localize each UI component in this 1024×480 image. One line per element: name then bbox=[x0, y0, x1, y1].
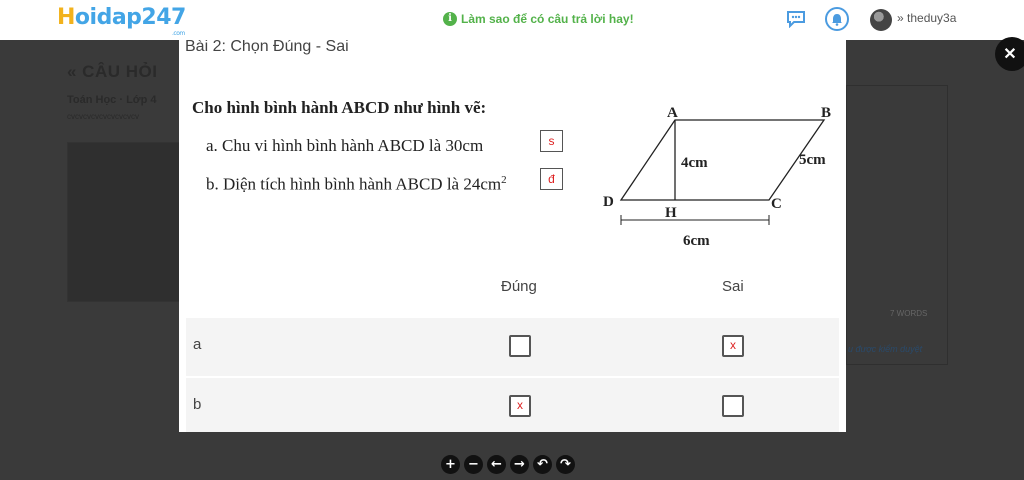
table-row: a x bbox=[186, 318, 839, 376]
word-count: 7 WORDS bbox=[890, 309, 928, 318]
chevron-down-icon: » bbox=[897, 11, 904, 25]
vertex-c: C bbox=[771, 196, 782, 212]
bell-icon[interactable] bbox=[825, 7, 849, 31]
arrow-left-icon[interactable]: ← bbox=[487, 455, 506, 474]
username: theduy3a bbox=[907, 11, 957, 25]
logo-text: oidap247 bbox=[74, 5, 186, 30]
base-label: 6cm bbox=[683, 233, 710, 249]
height-label: 4cm bbox=[681, 155, 708, 171]
table-row: b x bbox=[186, 378, 839, 432]
exercise-title: Bài 2: Chọn Đúng - Sai bbox=[185, 40, 349, 55]
problem-statement: Cho hình bình hành ABCD như hình vẽ: bbox=[192, 98, 487, 117]
question-preview bbox=[67, 142, 182, 302]
viewer-toolbar: + − ← → ↶ ↷ bbox=[441, 455, 575, 474]
rotate-left-icon[interactable]: ↶ bbox=[533, 455, 552, 474]
logo-com: .com bbox=[172, 30, 185, 37]
answer-box-b: đ bbox=[540, 168, 563, 190]
zoom-in-icon[interactable]: + bbox=[441, 455, 460, 474]
site-logo[interactable]: Hoidap247 .com bbox=[57, 5, 186, 37]
vertex-a: A bbox=[667, 105, 678, 121]
answer-box-a: s bbox=[540, 130, 563, 152]
close-icon[interactable]: ✕ bbox=[995, 37, 1024, 71]
row-label: b bbox=[193, 396, 202, 413]
problem-item-a: a. Chu vi hình bình hành ABCD là 30cm bbox=[206, 136, 484, 155]
column-header-sai: Sai bbox=[722, 278, 744, 295]
top-bar: Hoidap247 .com i Làm sao để có câu trả l… bbox=[0, 0, 1024, 40]
question-subject: Toán Học · Lớp 4 bbox=[67, 94, 157, 106]
hint-text: Làm sao để có câu trả lời hay! bbox=[461, 12, 634, 26]
arrow-right-icon[interactable]: → bbox=[510, 455, 529, 474]
column-header-dung: Đúng bbox=[501, 278, 537, 295]
avatar[interactable] bbox=[870, 9, 892, 31]
user-menu[interactable]: » theduy3a bbox=[897, 11, 956, 25]
question-id: cvcvcvcvcvcvcvcvcv bbox=[67, 112, 139, 121]
side-label: 5cm bbox=[799, 152, 826, 168]
chat-icon[interactable] bbox=[784, 7, 808, 31]
row-label: a bbox=[193, 336, 202, 353]
checkbox-b-dung[interactable]: x bbox=[509, 395, 531, 417]
item-b-sup: 2 bbox=[501, 174, 507, 186]
image-viewer: Bài 2: Chọn Đúng - Sai Cho hình bình hàn… bbox=[179, 40, 846, 432]
rotate-right-icon[interactable]: ↷ bbox=[556, 455, 575, 474]
item-b-text: b. Diện tích hình bình hành ABCD là 24cm bbox=[206, 174, 502, 194]
checkbox-b-sai[interactable] bbox=[722, 395, 744, 417]
page-title: « CÂU HỎI bbox=[67, 62, 158, 81]
info-icon: i bbox=[443, 12, 457, 26]
verify-note: u được kiểm duyệt bbox=[848, 344, 923, 354]
point-h: H bbox=[665, 205, 677, 221]
checkbox-a-dung[interactable] bbox=[509, 335, 531, 357]
problem-item-b: b. Diện tích hình bình hành ABCD là 24cm… bbox=[206, 174, 507, 195]
answer-hint-link[interactable]: i Làm sao để có câu trả lời hay! bbox=[443, 12, 634, 26]
vertex-b: B bbox=[821, 105, 831, 121]
logo-letter: H bbox=[57, 5, 75, 30]
parallelogram-figure: A B C D H 4cm 5cm 6cm bbox=[603, 105, 831, 249]
zoom-out-icon[interactable]: − bbox=[464, 455, 483, 474]
checkbox-a-sai[interactable]: x bbox=[722, 335, 744, 357]
answer-editor bbox=[846, 85, 948, 365]
vertex-d: D bbox=[603, 194, 614, 210]
